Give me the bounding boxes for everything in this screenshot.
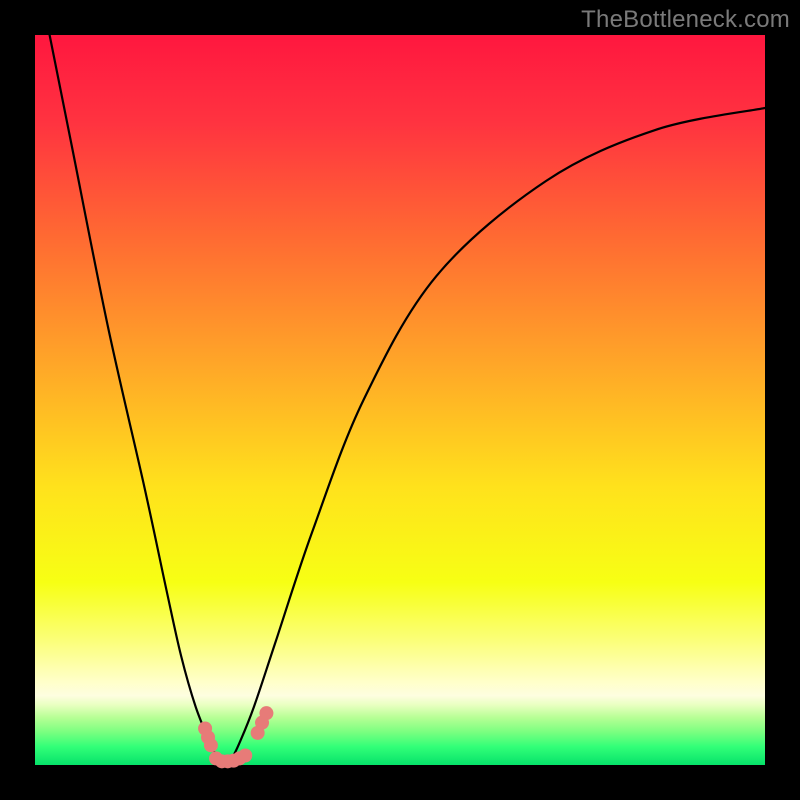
chart-svg	[35, 35, 765, 765]
plot-area	[35, 35, 765, 765]
data-markers	[198, 706, 273, 768]
watermark-text: TheBottleneck.com	[581, 6, 790, 34]
bottleneck-curve	[50, 35, 765, 765]
marker-right-cluster-3	[259, 706, 273, 720]
marker-left-cluster-3	[204, 738, 218, 752]
chart-frame: TheBottleneck.com	[0, 0, 800, 800]
marker-bottom-6	[238, 749, 252, 763]
